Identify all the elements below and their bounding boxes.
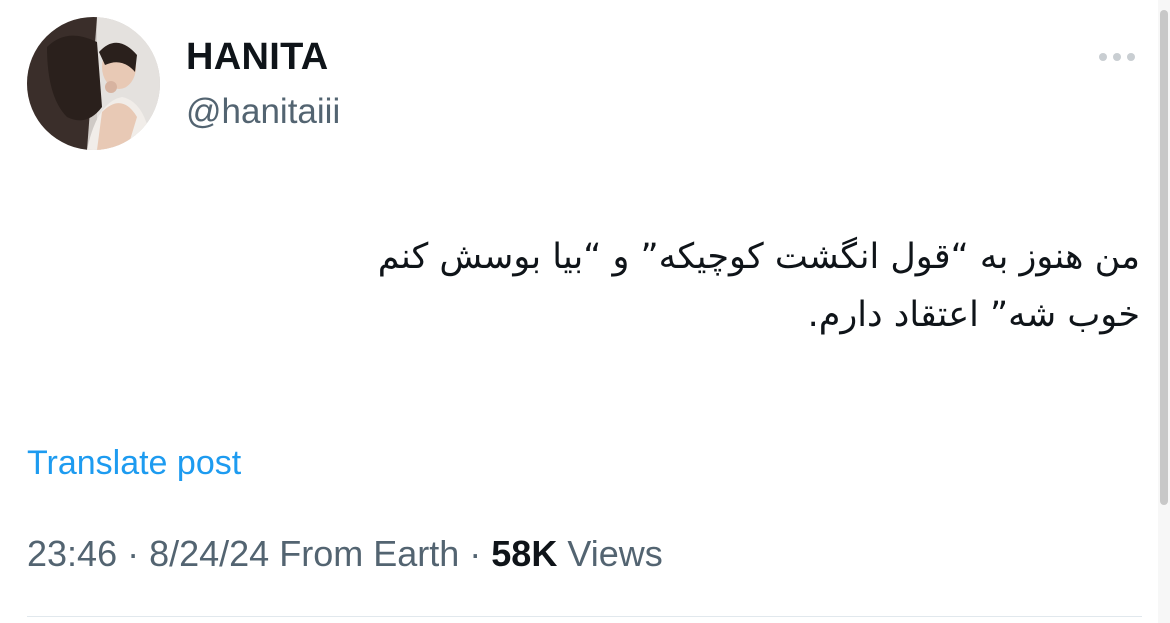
scrollbar-thumb[interactable] [1160, 10, 1168, 505]
views-count: 58K [491, 533, 558, 574]
author-name[interactable]: HANITA [186, 36, 329, 79]
tweet-text-line: من هنوز به “قول انگشت کوچیکه” و “بیا بوس… [377, 237, 1140, 277]
ellipsis-icon [1099, 53, 1135, 61]
meta-separator: · [117, 533, 150, 574]
translate-post-link[interactable]: Translate post [27, 444, 241, 483]
author-avatar[interactable] [27, 17, 160, 150]
scrollbar-track[interactable] [1158, 0, 1170, 623]
tweet-text: من هنوز به “قول انگشت کوچیکه” و “بیا بوس… [100, 228, 1140, 344]
tweet-source: From Earth [279, 533, 460, 574]
divider [27, 616, 1142, 617]
views-label: Views [567, 533, 663, 574]
meta-separator: · [459, 533, 492, 574]
more-options-button[interactable] [1092, 44, 1142, 70]
tweet-card: HANITA @hanitaiii من هنوز به “قول انگشت … [0, 0, 1170, 623]
avatar-image [27, 17, 160, 150]
tweet-date[interactable]: 8/24/24 [149, 533, 269, 574]
tweet-text-line: خوب شه” اعتقاد دارم. [807, 295, 1140, 335]
tweet-time[interactable]: 23:46 [27, 533, 117, 574]
author-handle[interactable]: @hanitaiii [186, 92, 340, 132]
tweet-meta: 23:46 · 8/24/24 From Earth · 58K Views [27, 533, 663, 575]
